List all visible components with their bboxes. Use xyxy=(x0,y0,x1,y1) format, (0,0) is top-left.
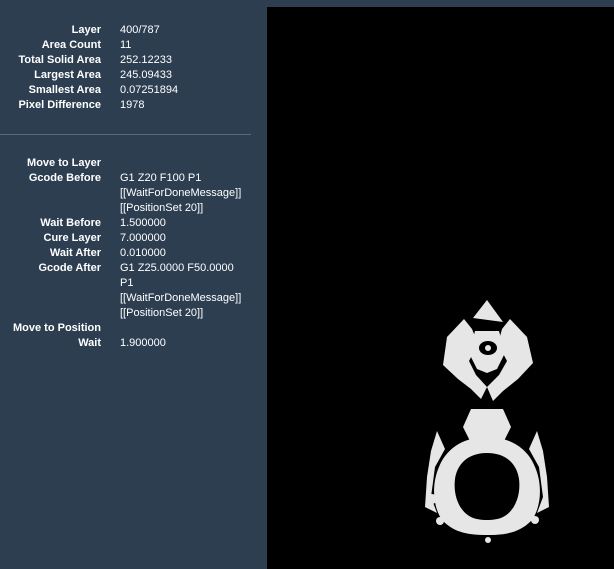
area-count-label: Area Count xyxy=(41,39,101,51)
smallest-area-value: 0.07251894 xyxy=(120,84,179,96)
wait-after-label: Wait After xyxy=(49,247,101,259)
gcode-before-label: Gcode Before xyxy=(28,172,101,184)
move-to-layer-label: Move to Layer xyxy=(27,157,101,169)
gcode-after-label: Gcode After xyxy=(38,262,101,274)
cure-layer-label: Cure Layer xyxy=(43,232,101,244)
area-count-value: 11 xyxy=(120,39,132,51)
move-to-position-label: Move to Position xyxy=(13,322,101,334)
layer-preview-canvas[interactable] xyxy=(267,7,614,569)
wait-after-value: 0.010000 xyxy=(120,247,166,259)
layer-label: Layer xyxy=(71,24,101,36)
wait-before-label: Wait Before xyxy=(40,217,101,229)
layer-value: 400/787 xyxy=(120,24,160,36)
cure-layer-value: 7.000000 xyxy=(120,232,166,244)
wait-before-value: 1.500000 xyxy=(120,217,166,229)
layer-slice-shapes xyxy=(425,300,549,535)
wait-label: Wait xyxy=(78,337,101,349)
layer-info-panel: Layer 400/787 Area Count 11 Total Solid … xyxy=(0,0,267,569)
largest-area-label: Largest Area xyxy=(34,69,101,81)
pixel-difference-label: Pixel Difference xyxy=(18,99,101,111)
layer-slice-image xyxy=(425,300,549,543)
preview-top-bar xyxy=(267,0,614,7)
gcode-before-value: G1 Z20 F100 P1 [[WaitForDoneMessage]] [[… xyxy=(120,172,242,214)
smallest-area-label: Smallest Area xyxy=(28,84,101,96)
total-solid-area-value: 252.12233 xyxy=(120,54,172,66)
gcode-after-value: G1 Z25.0000 F50.0000 P1 [[WaitForDoneMes… xyxy=(120,262,242,319)
pixel-difference-value: 1978 xyxy=(120,99,145,111)
wait-value: 1.900000 xyxy=(120,337,166,349)
total-solid-area-label: Total Solid Area xyxy=(18,54,101,66)
section-divider xyxy=(0,134,251,135)
largest-area-value: 245.09433 xyxy=(120,69,172,81)
